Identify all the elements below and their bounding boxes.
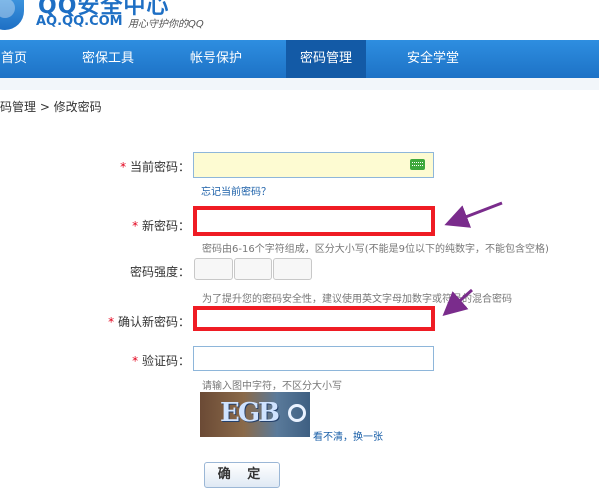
arrow-to-new-password [444,201,503,228]
annotation-arrows [442,201,503,316]
arrow-to-confirm-password [442,288,473,316]
